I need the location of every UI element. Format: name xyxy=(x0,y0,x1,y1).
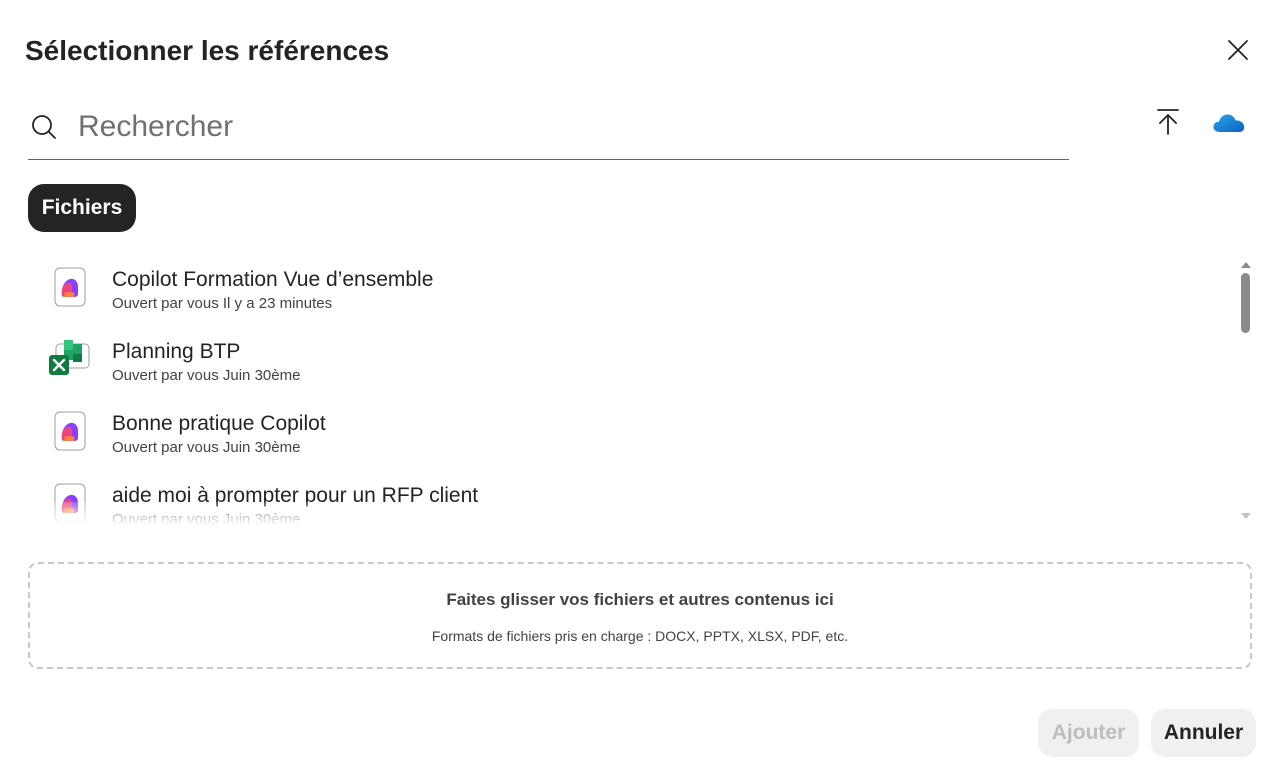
list-item[interactable]: Planning BTP Ouvert par vous Juin 30ème xyxy=(28,324,1228,394)
add-button[interactable]: Ajouter xyxy=(1038,709,1139,757)
file-meta: Ouvert par vous Juin 30ème xyxy=(112,439,301,456)
search-bar xyxy=(28,95,1069,160)
file-name: Copilot Formation Vue d’ensemble xyxy=(112,268,434,291)
file-meta: Ouvert par vous Il y a 23 minutes xyxy=(112,295,333,312)
list-item[interactable]: Copilot Formation Vue d’ensemble Ouvert … xyxy=(28,252,1228,322)
close-icon xyxy=(1228,40,1248,60)
copilot-page-icon xyxy=(48,410,92,454)
file-name: Bonne pratique Copilot xyxy=(112,412,326,435)
file-meta: Ouvert par vous Juin 30ème xyxy=(112,511,301,524)
list-item[interactable]: aide moi à prompter pour un RFP client O… xyxy=(28,468,1228,524)
onedrive-button[interactable] xyxy=(1210,108,1248,138)
drop-zone-title: Faites glisser vos fichiers et autres co… xyxy=(446,590,834,609)
search-icon xyxy=(30,113,58,141)
file-drop-zone[interactable]: Faites glisser vos fichiers et autres co… xyxy=(28,562,1252,669)
drop-zone-subtitle: Formats de fichiers pris en charge : DOC… xyxy=(431,628,849,644)
close-button[interactable] xyxy=(1222,34,1254,66)
scroll-down-arrow-icon[interactable] xyxy=(1240,512,1252,520)
file-list: Copilot Formation Vue d’ensemble Ouvert … xyxy=(28,252,1228,524)
excel-icon xyxy=(48,338,92,382)
file-name: aide moi à prompter pour un RFP client xyxy=(112,484,479,507)
filter-chip-files[interactable]: Fichiers xyxy=(28,184,136,232)
upload-button[interactable] xyxy=(1152,106,1184,138)
search-input[interactable] xyxy=(76,101,1030,153)
copilot-page-icon xyxy=(48,266,92,310)
copilot-page-icon xyxy=(48,482,92,524)
cancel-button[interactable]: Annuler xyxy=(1151,709,1256,757)
dialog-title: Sélectionner les références xyxy=(25,35,390,66)
file-meta: Ouvert par vous Juin 30ème xyxy=(112,367,301,384)
scroll-up-arrow-icon[interactable] xyxy=(1240,261,1252,269)
upload-icon xyxy=(1157,109,1179,135)
onedrive-cloud-icon xyxy=(1213,114,1245,132)
file-name: Planning BTP xyxy=(112,340,241,363)
scrollbar-thumb[interactable] xyxy=(1241,273,1250,333)
list-item[interactable]: Bonne pratique Copilot Ouvert par vous J… xyxy=(28,396,1228,466)
